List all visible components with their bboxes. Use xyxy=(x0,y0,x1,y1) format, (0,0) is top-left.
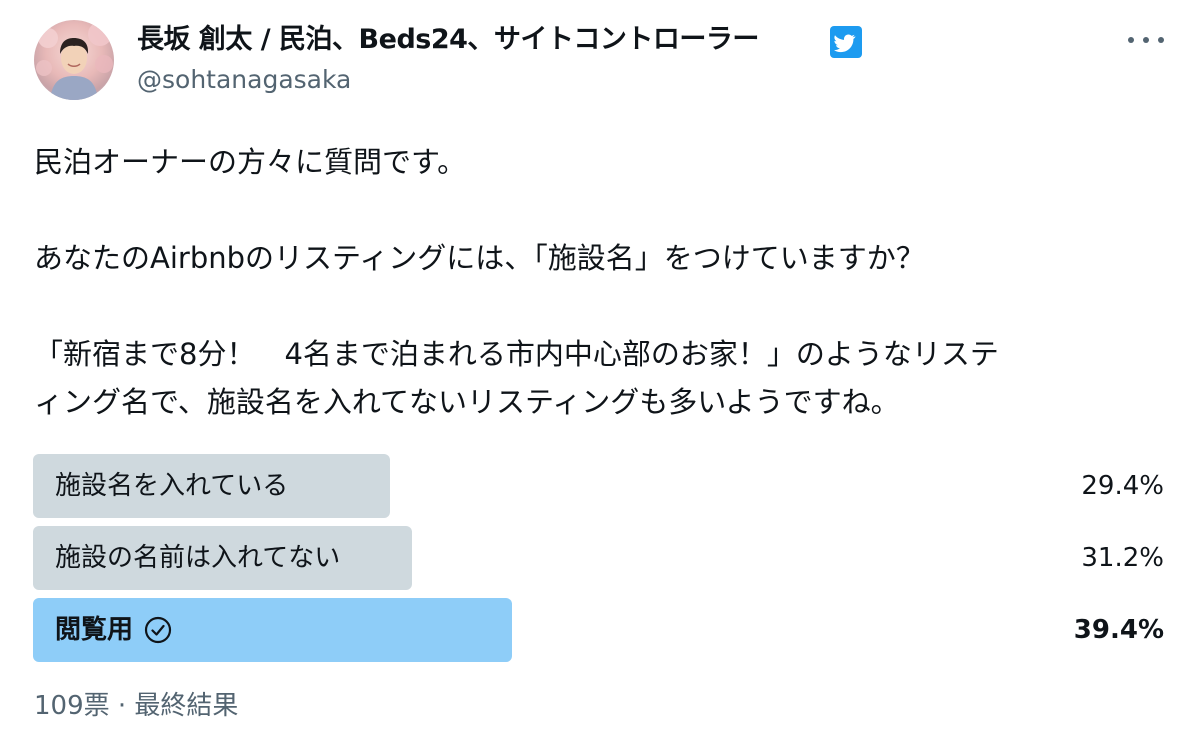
poll-footer: 109票 · 最終結果 xyxy=(34,691,239,721)
poll-option-label: 閲覧用 xyxy=(55,598,173,662)
poll-option[interactable]: 施設の名前は入れてない 31.2% xyxy=(33,526,1164,590)
poll-option-winner[interactable]: 閲覧用 39.4% xyxy=(33,598,1164,662)
tweet-text-line: あなたのAirbnbのリスティングには、「施設名」をつけていますか？ xyxy=(34,241,925,275)
more-dots-icon[interactable] xyxy=(1128,28,1164,52)
author-display-name[interactable]: 長坂 創太 / 民泊、Beds24、サイトコントローラー xyxy=(137,20,759,60)
poll-option-text: 施設名を入れている xyxy=(55,471,289,501)
poll-option[interactable]: 施設名を入れている 29.4% xyxy=(33,454,1164,518)
tweet-text-line: 「新宿まで8分！ 4名まで泊まれる市内中心部のお家！」のようなリステ xyxy=(34,337,999,371)
verified-badge-icon xyxy=(830,26,862,58)
poll-option-text: 施設の名前は入れてない xyxy=(55,543,341,573)
poll-option-text: 閲覧用 xyxy=(55,615,134,645)
poll-option-percent: 39.4% xyxy=(1073,615,1164,645)
check-circle-icon xyxy=(143,615,173,645)
avatar[interactable] xyxy=(34,20,114,100)
poll-option-percent: 29.4% xyxy=(1081,471,1164,501)
author-handle[interactable]: @sohtanagasaka xyxy=(137,62,351,98)
poll-option-label: 施設の名前は入れてない xyxy=(55,526,340,590)
poll-option-percent: 31.2% xyxy=(1081,543,1164,573)
tweet-card: 長坂 創太 / 民泊、Beds24、サイトコントローラー @sohtanagas… xyxy=(0,0,1194,742)
avatar-photo xyxy=(36,22,113,100)
tweet-text-line: ィング名で、施設名を入れてないリスティングも多いようですね。 xyxy=(34,385,900,419)
tweet-text-line: 民泊オーナーの方々に質問です。 xyxy=(34,145,467,179)
poll-option-label: 施設名を入れている xyxy=(55,454,288,518)
